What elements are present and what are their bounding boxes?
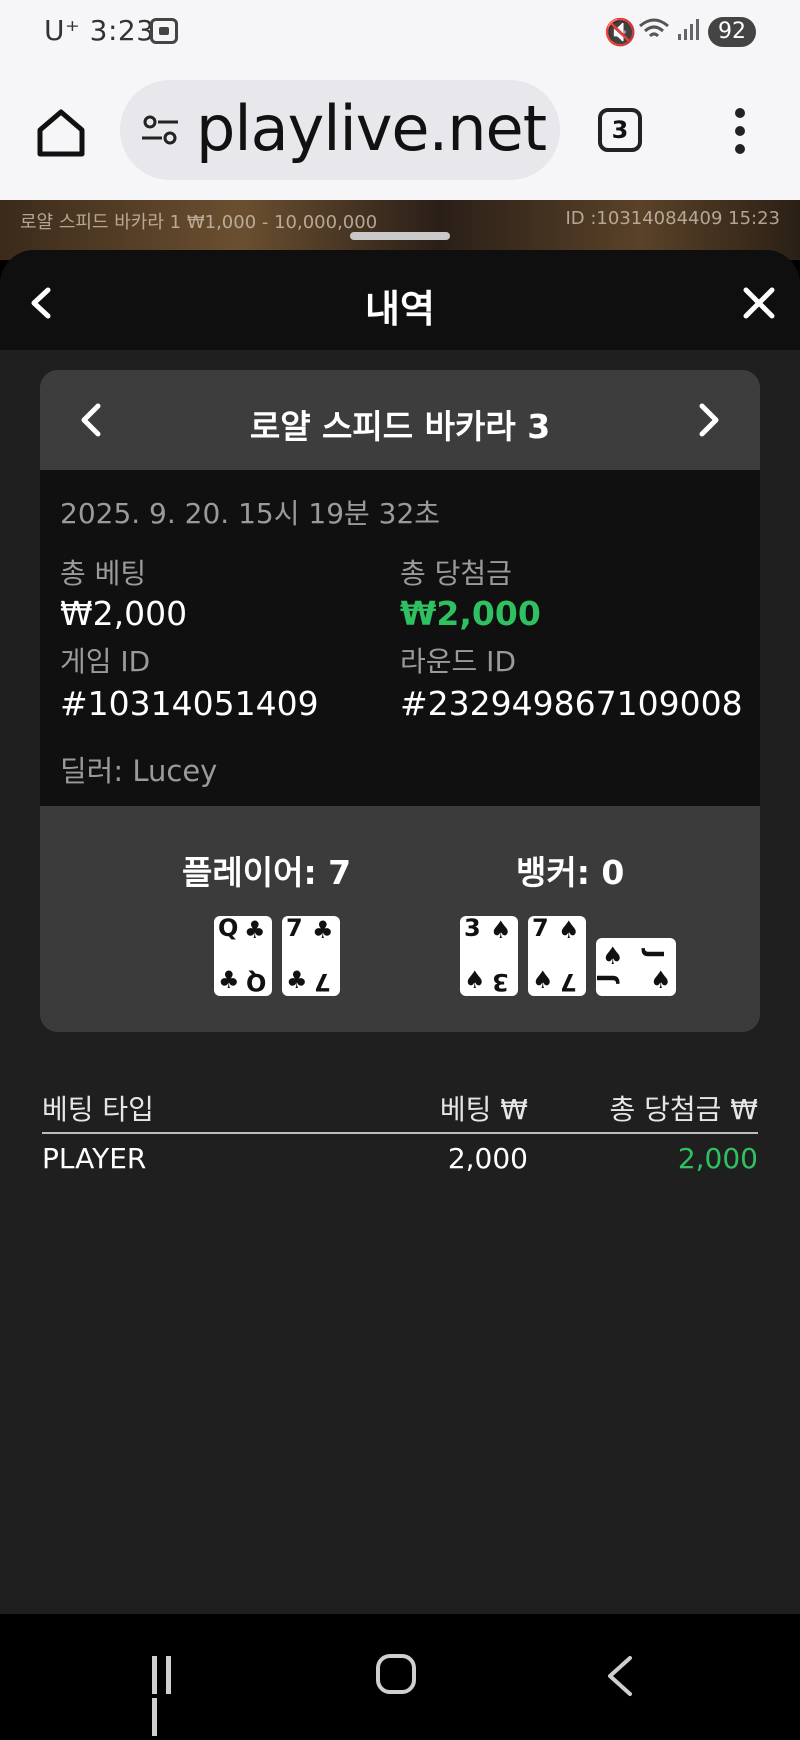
card-suit: ♠: [602, 942, 624, 970]
bet-table-header: 베팅 타입 베팅 ₩ 총 당첨금 ₩: [42, 1080, 758, 1134]
banker-score: 뱅커: 0: [516, 853, 625, 892]
modal-header: 내역: [0, 250, 800, 350]
card-rank: J: [640, 949, 669, 959]
card-suit: ♠: [558, 916, 580, 944]
screenshot-icon: [150, 18, 178, 44]
card-suit: ♣: [312, 916, 334, 944]
card-rank: J: [592, 973, 621, 983]
banker-card-3: ♠ J ♠ J: [592, 938, 676, 996]
address-bar[interactable]: playlive.net: [120, 80, 560, 180]
result-panel: 플레이어: 7 뱅커: 0 Q ♣ ♣ Q 7 ♣ ♣ 7 3 ♠ ♠ 3 7: [40, 806, 760, 1032]
tab-switcher-button[interactable]: 3: [598, 108, 642, 152]
banker-card-1: 3 ♠ ♠ 3: [460, 916, 518, 996]
game-nav: 로얄 스피드 바카라 3: [40, 370, 760, 470]
game-name: 로얄 스피드 바카라 3: [249, 407, 551, 446]
total-bet-label: 총 베팅: [60, 557, 147, 590]
table-info: 로얄 스피드 바카라 1 ₩1,000 - 10,000,000: [20, 212, 378, 233]
dealer-name: 딜러: Lucey: [60, 754, 218, 788]
history-modal: 내역 로얄 스피드 바카라 3 2025. 9. 20. 15시 19분 32초…: [0, 250, 800, 1614]
chevron-right-icon[interactable]: [698, 402, 722, 438]
round-datetime: 2025. 9. 20. 15시 19분 32초: [60, 497, 441, 530]
card-rank: 7: [560, 968, 577, 996]
header-bet-type: 베팅 타입: [42, 1093, 154, 1126]
round-id-label: 라운드 ID: [400, 645, 516, 678]
card-rank: 7: [286, 914, 303, 942]
browser-toolbar: playlive.net 3: [0, 66, 800, 200]
total-bet-value: ₩2,000: [60, 594, 188, 633]
battery-indicator: 92: [708, 17, 756, 47]
more-vert-icon[interactable]: [730, 108, 750, 158]
banker-card-2: 7 ♠ ♠ 7: [528, 916, 586, 996]
close-icon[interactable]: [742, 286, 776, 320]
player-score: 플레이어: 7: [182, 853, 352, 892]
card-suit: ♠: [464, 966, 486, 994]
total-win-label: 총 당첨금: [400, 557, 512, 590]
round-id-value: #232949867109008: [400, 684, 743, 723]
status-bar: U⁺ 3:23 🔇 92: [0, 0, 800, 66]
row-bet-amount: 2,000: [447, 1142, 528, 1175]
row-bet-type: PLAYER: [42, 1142, 147, 1175]
bet-table: 베팅 타입 베팅 ₩ 총 당첨금 ₩ PLAYER 2,000 2,000: [42, 1080, 758, 1194]
card-suit: ♣: [244, 916, 266, 944]
card-rank: Q: [218, 914, 239, 942]
player-card-1: Q ♣ ♣ Q: [214, 916, 272, 996]
card-rank: 3: [492, 968, 509, 996]
recent-apps-icon[interactable]: [152, 1656, 192, 1736]
home-button-icon[interactable]: [376, 1654, 416, 1694]
total-win-value: ₩2,000: [400, 594, 541, 633]
system-back-icon[interactable]: [604, 1654, 634, 1698]
game-id-time: ID :10314084409 15:23: [565, 208, 780, 229]
table-row: PLAYER 2,000 2,000: [42, 1134, 758, 1194]
header-bet-amount: 베팅 ₩: [439, 1093, 528, 1126]
card-rank: 7: [532, 914, 549, 942]
round-details: 2025. 9. 20. 15시 19분 32초 총 베팅 ₩2,000 총 당…: [40, 470, 760, 806]
wifi-icon: [639, 18, 669, 38]
tune-icon[interactable]: [140, 110, 180, 150]
game-id-value: #10314051409: [60, 684, 319, 723]
carrier-time: U⁺ 3:23: [44, 14, 155, 47]
player-card-2: 7 ♣ ♣ 7: [282, 916, 340, 996]
header-total-win: 총 당첨금 ₩: [609, 1093, 758, 1126]
card-rank: 3: [464, 914, 481, 942]
drag-handle[interactable]: [350, 232, 450, 240]
card-rank: 7: [314, 968, 331, 996]
row-total-win: 2,000: [677, 1142, 758, 1175]
signal-icon: [678, 19, 699, 40]
mute-icon: 🔇: [604, 18, 637, 48]
card-rank: Q: [246, 968, 267, 996]
game-id-label: 게임 ID: [60, 645, 151, 678]
card-suit: ♠: [532, 966, 554, 994]
system-nav-bar: [0, 1614, 800, 1736]
card-suit: ♠: [490, 916, 512, 944]
url-text: playlive.net: [196, 92, 547, 165]
home-icon[interactable]: [34, 106, 88, 160]
card-suit: ♣: [286, 966, 308, 994]
modal-title: 내역: [365, 287, 435, 331]
round-card: 로얄 스피드 바카라 3 2025. 9. 20. 15시 19분 32초 총 …: [40, 370, 760, 1032]
card-suit: ♠: [650, 966, 672, 994]
card-suit: ♣: [218, 966, 240, 994]
